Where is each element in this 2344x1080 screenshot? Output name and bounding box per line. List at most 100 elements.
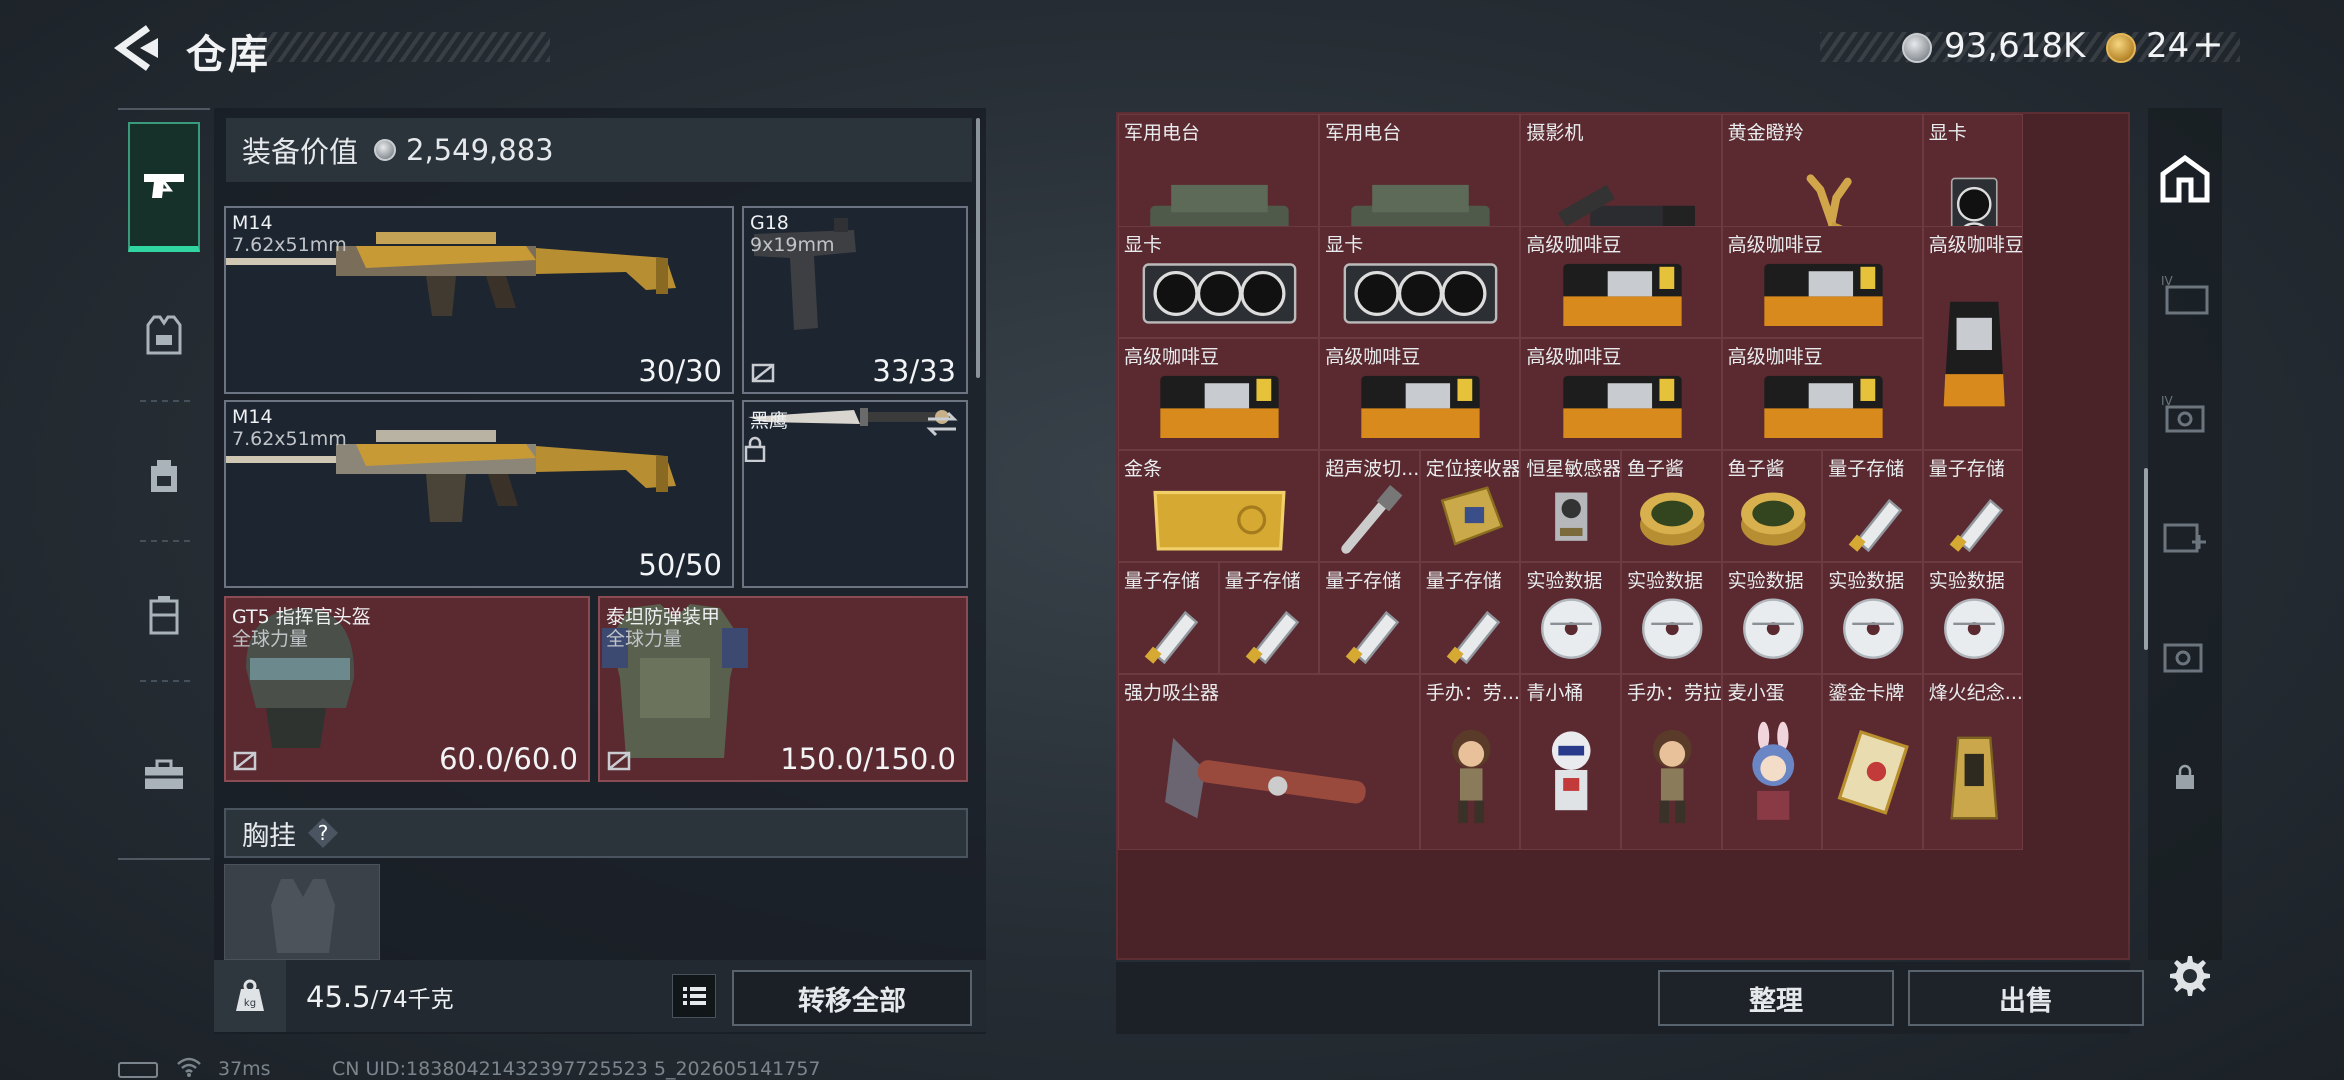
stash-item[interactable]: 实验数据 [1721,562,1823,674]
stash-page-4b[interactable]: IV [2150,380,2220,450]
vest-icon [146,315,182,355]
swap-icon[interactable] [926,410,958,438]
sell-button[interactable]: 出售 [1908,970,2144,1026]
list-view-button[interactable] [672,974,716,1018]
stash-page-4[interactable]: IV [2150,260,2220,330]
disc-icon [1531,588,1611,669]
stash-item[interactable]: 高级咖啡豆 [1922,226,2024,450]
settings-gear-icon[interactable] [2164,952,2212,1000]
stash-item[interactable]: 量子存储 [1118,562,1219,674]
stash-item[interactable]: 超声波切... [1319,450,1420,562]
stash-page-add[interactable] [2150,500,2220,570]
stash-page-5[interactable] [2150,620,2220,690]
stash-item[interactable]: 实验数据 [1520,562,1621,674]
stash-item[interactable]: 高级咖啡豆 [1118,338,1320,450]
add-currency-button[interactable]: + [2192,22,2224,66]
stash-item[interactable]: 麦小蛋 [1721,674,1823,850]
coffee-icon [1743,364,1904,445]
primary-weapon-slot-1[interactable]: M14 7.62x51mm 30/30 [224,206,734,394]
chest-rig-placeholder-icon [271,879,335,953]
weapon-caliber: 9x19mm [750,234,835,256]
melee-name: 黑鹰 [750,410,789,432]
tab-armor[interactable] [128,270,200,400]
chest-rig-slot[interactable] [224,864,380,960]
stash-item[interactable]: 高级咖啡豆 [1721,226,1923,338]
tab-backpack[interactable] [128,410,200,540]
transfer-all-button[interactable]: 转移全部 [732,970,972,1026]
stash-item-label: 高级咖啡豆 [1727,346,1823,368]
stash-item[interactable]: 金条 [1118,450,1320,562]
armor-slot[interactable]: 泰坦防弹装甲 全球力量 150.0/150.0 [598,596,968,782]
melee-slot[interactable]: 黑鹰 [742,400,968,588]
stash-item[interactable]: 烽火纪念... [1922,674,2024,850]
weapon-name: M14 [232,212,273,234]
stash-item[interactable]: 强力吸尘器 [1118,674,1420,850]
stash-item-label: 麦小蛋 [1727,682,1785,704]
lock-icon [744,436,766,463]
stash-item-label: 量子存储 [1124,570,1201,592]
stash-item[interactable]: 量子存储 [1822,450,1923,562]
weapon-name: G18 [750,212,789,234]
stash-item[interactable]: 高级咖啡豆 [1721,338,1923,450]
help-icon[interactable]: ? [308,818,338,848]
stash-item[interactable]: 显卡 [1118,226,1320,338]
user-id: CN UID:18380421432397725523 5_2026051417… [332,1058,821,1080]
stash-item[interactable]: 实验数据 [1822,562,1923,674]
usb-icon [1833,476,1913,557]
tab-toolbox[interactable] [128,710,200,840]
stash-item-label: 高级咖啡豆 [1928,234,2024,256]
weight-current: 45.5 [306,980,371,1014]
gold-bar-icon [1139,476,1300,557]
caviar-icon [1733,476,1813,557]
stash-item[interactable]: 实验数据 [1922,562,2024,674]
stash-item[interactable]: 高级咖啡豆 [1319,338,1521,450]
helmet-durability: 60.0/60.0 [439,742,578,776]
tab-case[interactable] [128,550,200,680]
backpack-icon [151,460,177,492]
coffee-icon [1340,364,1501,445]
stash-item[interactable]: 恒星敏感器 [1520,450,1621,562]
coffee-icon [1139,364,1300,445]
stash-item-label: 金条 [1124,458,1163,480]
primary-weapon-slot-2[interactable]: M14 7.62x51mm 50/50 [224,400,734,588]
stash-item[interactable]: 鎏金卡牌 [1822,674,1923,850]
stash-item[interactable]: 实验数据 [1621,562,1722,674]
stash-item[interactable]: 鱼子酱 [1621,450,1722,562]
stash-item[interactable]: 高级咖啡豆 [1520,226,1722,338]
case-icon [149,596,179,635]
stash-item[interactable]: 鱼子酱 [1721,450,1823,562]
stash-item[interactable]: 量子存储 [1922,450,2024,562]
helmet-slot[interactable]: GT5 指挥官头盔 全球力量 60.0/60.0 [224,596,590,782]
stash-grid: 军用电台 军用电台 摄影机 黄金瞪羚 显卡 显卡 显卡 高级咖啡豆 高级咖啡豆 高级咖啡豆 高级咖啡… [1116,112,2130,960]
stash-item-label: 实验数据 [1727,570,1804,592]
sort-button[interactable]: 整理 [1658,970,1894,1026]
receiver-icon [1431,476,1511,557]
no-repair-icon [751,363,775,383]
stash-item[interactable]: 高级咖啡豆 [1520,338,1722,450]
card-icon [1833,703,1913,845]
stash-item-label: 高级咖啡豆 [1526,234,1622,256]
coffee-icon [1542,364,1703,445]
stash-item-label: 超声波切... [1325,458,1420,480]
stash-item[interactable]: 显卡 [1319,226,1521,338]
stash-page-locked[interactable] [2150,742,2220,812]
stash-item[interactable]: 量子存储 [1319,562,1420,674]
usb-icon [1934,476,2014,557]
stash-item[interactable]: 手办：劳... [1419,674,1521,850]
stash-item[interactable]: 量子存储 [1218,562,1320,674]
back-arrow-icon[interactable] [114,24,160,72]
stash-item[interactable]: 青小桶 [1520,674,1621,850]
stash-item[interactable]: 手办：劳拉 [1621,674,1722,850]
rifle-icon [226,430,676,522]
coin-icon [374,139,397,161]
stash-page-camera-icon: IV [2161,394,2205,433]
stash-page-media-icon [2163,643,2203,673]
stash-item[interactable]: 量子存储 [1419,562,1521,674]
stash-page-home[interactable] [2150,144,2220,214]
tab-weapons[interactable] [128,122,200,252]
stash-item[interactable]: 定位接收器 [1419,450,1521,562]
loadout-scrollbar[interactable] [976,118,980,378]
figure-girl-icon [1632,703,1712,845]
sidearm-slot[interactable]: G18 9x19mm 33/33 [742,206,968,394]
gpu-icon [1340,252,1501,333]
